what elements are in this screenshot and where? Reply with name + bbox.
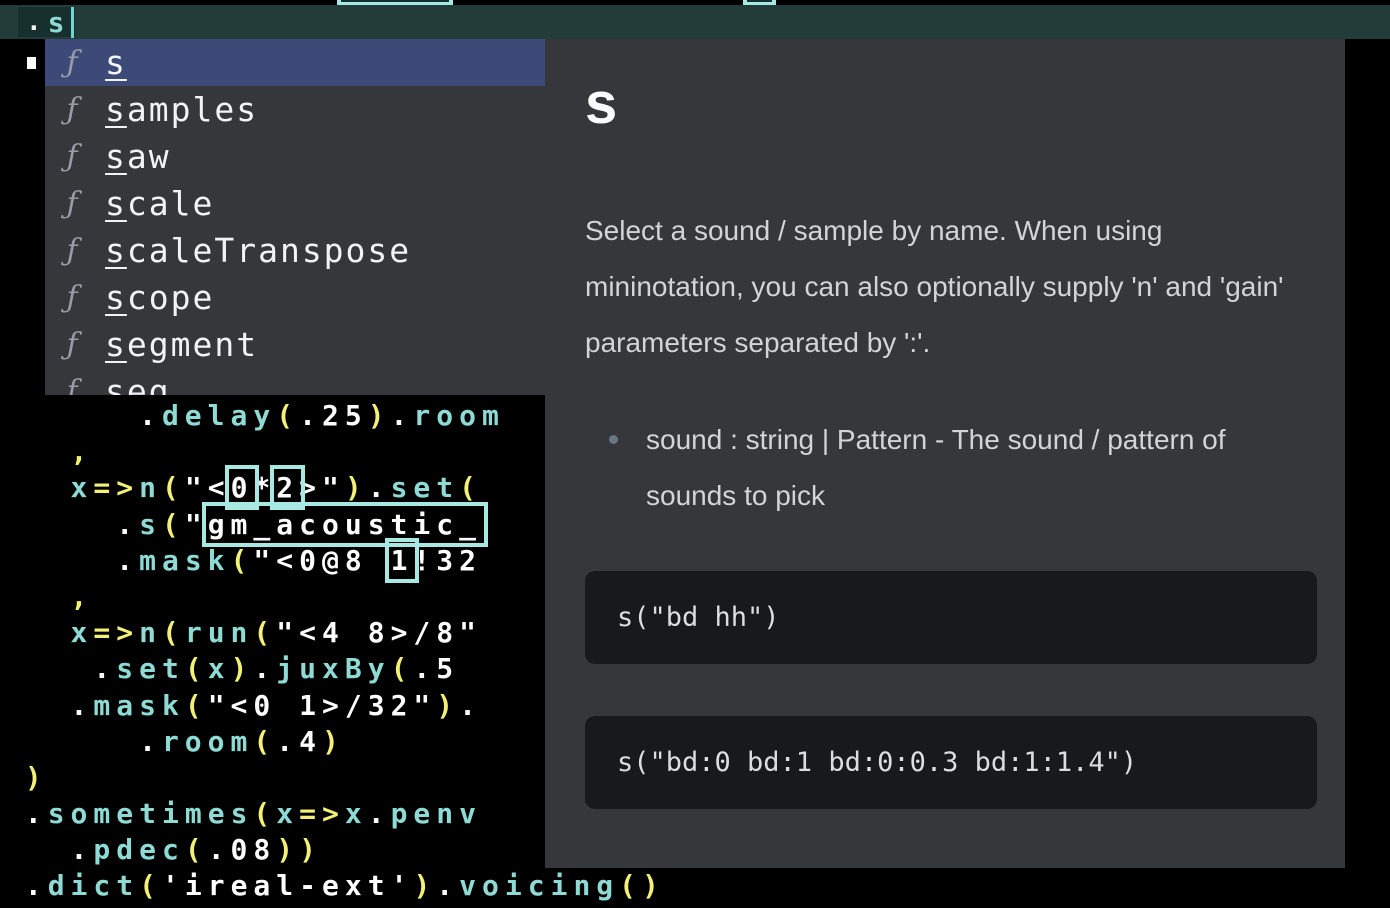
autocomplete-item[interactable]: ƒ scaleTranspose <box>45 227 545 274</box>
autocomplete-popup: ƒsƒsamplesƒsawƒscaleƒscaleTransposeƒscop… <box>45 39 545 395</box>
function-icon: ƒ <box>57 92 87 127</box>
autocomplete-item[interactable]: ƒ segment <box>45 321 545 368</box>
autocomplete-item-label: segment <box>105 325 258 364</box>
autocomplete-item[interactable]: ƒscale <box>45 180 545 227</box>
function-icon: ƒ <box>57 374 87 395</box>
doc-panel: s Select a sound / sample by name. When … <box>545 39 1345 868</box>
autocomplete-item-label: saw <box>105 137 171 176</box>
doc-example-code: s("bd:0 bd:1 bd:0:0.3 bd:1:1.4") <box>585 747 1137 778</box>
autocomplete-item[interactable]: ƒs <box>45 39 545 86</box>
function-icon: ƒ <box>57 45 87 80</box>
function-icon: ƒ <box>57 327 87 362</box>
autocomplete-item-label: s <box>105 43 127 82</box>
function-icon: ƒ <box>57 280 87 315</box>
autocomplete-item-label: scale <box>105 184 214 223</box>
token-prefix: . <box>26 7 42 37</box>
code-fragment-dot <box>27 57 36 69</box>
function-icon: ƒ <box>57 233 87 268</box>
autocomplete-item[interactable]: ƒscope <box>45 274 545 321</box>
autocomplete-item-label: scaleTranspose <box>105 231 411 270</box>
function-icon: ƒ <box>57 139 87 174</box>
autocomplete-item[interactable]: ƒsaw <box>45 133 545 180</box>
autocomplete-item[interactable]: ƒ samples <box>45 86 545 133</box>
function-icon: ƒ <box>57 186 87 221</box>
doc-param-item: sound : string | Pattern - The sound / p… <box>609 412 1305 524</box>
doc-example-code: s("bd hh") <box>585 602 780 633</box>
bullet-icon <box>609 435 618 444</box>
token-typed-text: s <box>48 6 65 39</box>
text-cursor <box>71 7 74 38</box>
autocomplete-item-label: samples <box>105 90 258 129</box>
doc-title: s <box>585 75 1305 133</box>
doc-description: Select a sound / sample by name. When us… <box>585 203 1285 371</box>
autocomplete-item[interactable]: ƒseg <box>45 368 545 395</box>
autocomplete-item-label: seg <box>105 372 171 395</box>
autocomplete-item-label: scope <box>105 278 214 317</box>
doc-example-box: s("bd hh") <box>585 571 1317 664</box>
doc-example-box: s("bd:0 bd:1 bd:0:0.3 bd:1:1.4") <box>585 716 1317 809</box>
editor-active-line[interactable]: . s <box>0 5 1390 39</box>
doc-param-text: sound : string | Pattern - The sound / p… <box>646 412 1305 524</box>
active-token: . s <box>18 7 75 37</box>
autocomplete-list: ƒsƒsamplesƒsawƒscaleƒscaleTransposeƒscop… <box>45 39 545 395</box>
code-line: .dict('ireal-ext').voicing() <box>2 868 1390 904</box>
